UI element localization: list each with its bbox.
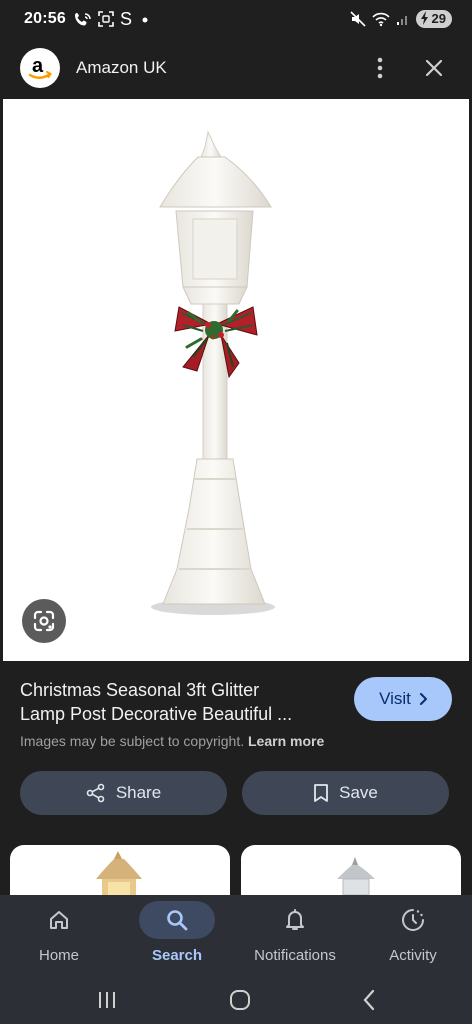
lamp-post-thumbnail bbox=[337, 857, 375, 895]
bottom-navigation: Home Search Notifications Activity bbox=[0, 895, 472, 975]
signal-icon bbox=[396, 16, 407, 25]
amazon-logo[interactable]: a bbox=[20, 48, 60, 88]
nav-activity-icon-wrap bbox=[375, 901, 451, 939]
recent-apps-icon[interactable] bbox=[95, 989, 119, 1011]
charging-bolt-icon bbox=[420, 11, 428, 25]
nav-activity-label: Activity bbox=[389, 947, 437, 964]
system-navigation-bar bbox=[0, 975, 472, 1024]
share-icon bbox=[86, 783, 105, 803]
related-image-1[interactable] bbox=[10, 845, 230, 895]
screenshot-icon bbox=[98, 11, 114, 27]
nav-search-icon-wrap bbox=[139, 901, 215, 939]
more-vert-icon bbox=[377, 57, 383, 79]
nav-notifications-icon-wrap bbox=[257, 901, 333, 939]
home-icon bbox=[50, 911, 68, 929]
lamp-post-thumbnail bbox=[96, 851, 142, 895]
share-button-label: Share bbox=[115, 783, 162, 802]
google-lens-icon bbox=[33, 610, 55, 632]
nav-home[interactable]: Home bbox=[0, 895, 118, 975]
activity-icon bbox=[402, 909, 424, 931]
nav-activity[interactable]: Activity bbox=[354, 895, 472, 975]
wifi-icon bbox=[371, 12, 390, 27]
status-bar: 20:56 S 29 bbox=[0, 0, 472, 38]
nav-home-label: Home bbox=[38, 947, 79, 964]
source-title[interactable]: Amazon UK bbox=[76, 58, 167, 78]
bell-icon bbox=[286, 909, 304, 930]
amazon-logo-icon: a bbox=[28, 55, 52, 79]
header: a Amazon UK bbox=[0, 38, 472, 98]
battery-level: 29 bbox=[431, 11, 446, 26]
mute-icon bbox=[349, 11, 366, 27]
battery-indicator: 29 bbox=[415, 10, 452, 28]
related-image-2[interactable] bbox=[241, 845, 461, 895]
product-image[interactable] bbox=[3, 99, 469, 661]
status-right-icons: 29 bbox=[349, 10, 452, 28]
product-title-line-1: Christmas Seasonal 3ft Glitter bbox=[20, 680, 260, 700]
svg-text:S: S bbox=[120, 10, 132, 28]
visit-button-label: Visit bbox=[379, 689, 411, 708]
lamp-post-image bbox=[151, 130, 275, 615]
bookmark-icon bbox=[314, 784, 329, 802]
more-options-button[interactable] bbox=[362, 50, 398, 86]
status-left-icons: S bbox=[74, 10, 150, 28]
learn-more-link[interactable]: Learn more bbox=[248, 733, 324, 749]
dot-icon bbox=[142, 17, 148, 23]
product-title[interactable]: Christmas Seasonal 3ft Glitter Lamp Post… bbox=[20, 678, 340, 726]
search-icon bbox=[167, 910, 188, 931]
save-button[interactable]: Save bbox=[242, 771, 449, 815]
close-icon bbox=[425, 59, 443, 77]
svg-text:a: a bbox=[32, 55, 44, 77]
nav-search[interactable]: Search bbox=[118, 895, 236, 975]
nav-notifications[interactable]: Notifications bbox=[236, 895, 354, 975]
s-app-icon: S bbox=[120, 10, 132, 28]
back-icon[interactable] bbox=[361, 989, 377, 1011]
nav-notifications-label: Notifications bbox=[254, 947, 336, 964]
lens-search-button[interactable] bbox=[22, 599, 66, 643]
chevron-right-icon bbox=[419, 693, 427, 705]
close-button[interactable] bbox=[416, 50, 452, 86]
nav-search-label: Search bbox=[151, 947, 203, 964]
visit-button[interactable]: Visit bbox=[354, 677, 452, 721]
product-title-line-2: Lamp Post Decorative Beautiful ... bbox=[20, 704, 293, 724]
wifi-call-icon bbox=[74, 13, 91, 26]
home-button-icon[interactable] bbox=[228, 988, 252, 1012]
copyright-notice: Images may be subject to copyright. Lear… bbox=[20, 733, 324, 749]
share-button[interactable]: Share bbox=[20, 771, 227, 815]
copyright-text: Images may be subject to copyright. bbox=[20, 733, 245, 749]
save-button-label: Save bbox=[339, 783, 378, 802]
nav-home-icon-wrap bbox=[21, 901, 97, 939]
status-time: 20:56 bbox=[24, 10, 66, 27]
